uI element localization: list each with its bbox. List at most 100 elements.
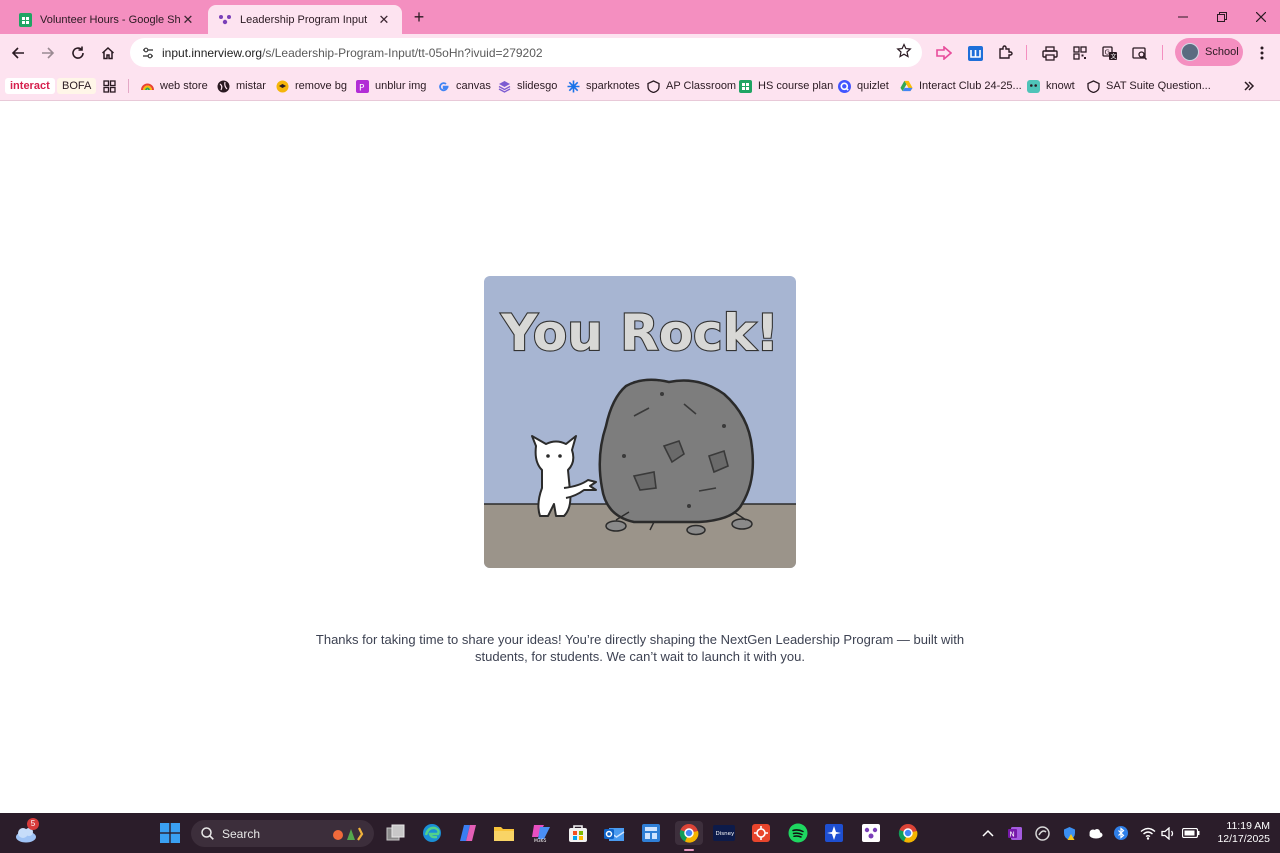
tab-leadership-program-input[interactable]: Leadership Program Input ✕ xyxy=(208,5,402,34)
taskbar-chrome-profile[interactable] xyxy=(896,821,920,845)
svg-text:文: 文 xyxy=(1111,52,1117,60)
taskbar-spotify[interactable] xyxy=(786,821,810,845)
address-bar[interactable]: input.innerview.org/s/Leadership-Program… xyxy=(130,38,922,67)
taskbar-calculator-app[interactable] xyxy=(639,821,663,845)
bookmark-knowt[interactable]: knowt xyxy=(1027,76,1075,96)
copilot-icon xyxy=(460,825,476,841)
tab-volunteer-hours[interactable]: Volunteer Hours - Google Sheets ✕ xyxy=(8,5,206,34)
bookmark-canvas[interactable]: canvas xyxy=(437,76,491,96)
browser-menu-button[interactable] xyxy=(1248,39,1276,67)
tab-title: Leadership Program Input xyxy=(240,13,368,26)
taskbar-search-box[interactable]: Search xyxy=(191,820,374,847)
bookmark-sat-suite[interactable]: SAT Suite Question... xyxy=(1087,76,1211,96)
bookmark-label: quizlet xyxy=(857,80,889,92)
task-view-button[interactable] xyxy=(384,821,408,845)
qr-code-button[interactable] xyxy=(1066,39,1094,67)
bookmark-star-icon[interactable] xyxy=(896,43,914,61)
bookmark-label: mistar xyxy=(236,80,266,92)
you-rock-illustration: You Rock! xyxy=(484,276,796,568)
tray-bluetooth[interactable] xyxy=(1113,825,1129,841)
bookmark-ap-classroom[interactable]: AP Classroom xyxy=(647,76,736,96)
taskbar-red-app[interactable] xyxy=(749,821,773,845)
bookmark-sparknotes[interactable]: sparknotes xyxy=(567,76,640,96)
bookmark-mistar[interactable]: mistar xyxy=(217,76,266,96)
innerview-icon xyxy=(218,13,232,27)
show-hidden-icons-button[interactable] xyxy=(980,825,996,841)
tab-title: Volunteer Hours - Google Sheets xyxy=(40,13,180,26)
extension-arrow-button[interactable] xyxy=(930,39,958,67)
close-window-button[interactable] xyxy=(1242,4,1280,30)
url-path: /s/Leadership-Program-Input/tt-05oHn?ivu… xyxy=(262,45,543,60)
extensions-button[interactable] xyxy=(991,39,1019,67)
star-app-icon xyxy=(825,824,843,842)
chevron-up-icon xyxy=(982,829,994,837)
taskbar-innerview[interactable] xyxy=(859,821,883,845)
avatar xyxy=(1181,43,1199,61)
bookmark-label: slidesgo xyxy=(517,80,558,92)
taskbar-edge[interactable] xyxy=(420,821,444,845)
search-page-button[interactable] xyxy=(1126,39,1154,67)
tray-volume[interactable] xyxy=(1160,825,1176,841)
tray-app[interactable] xyxy=(1034,825,1050,841)
bookmark-unblur-img[interactable]: P unblur img xyxy=(356,76,426,96)
speaker-icon xyxy=(1160,826,1173,840)
weather-widget[interactable]: 5 xyxy=(14,818,39,845)
apps-grid-icon xyxy=(103,79,116,93)
svg-text:P: P xyxy=(359,83,365,93)
home-icon xyxy=(101,46,115,60)
translate-button[interactable]: G文 xyxy=(1096,39,1124,67)
print-button[interactable] xyxy=(1036,39,1064,67)
bookmark-hs-course-plan[interactable]: HS course plan xyxy=(739,76,833,96)
extension-word-button[interactable] xyxy=(961,39,989,67)
bookmark-label: knowt xyxy=(1046,80,1075,92)
minimize-button[interactable] xyxy=(1164,4,1202,30)
back-button[interactable] xyxy=(4,39,32,67)
taskbar-m365[interactable]: M365 xyxy=(529,821,553,845)
browser-toolbar: input.innerview.org/s/Leadership-Program… xyxy=(0,34,1280,71)
close-tab-icon[interactable]: ✕ xyxy=(376,12,392,28)
bookmark-remove-bg[interactable]: remove bg xyxy=(276,76,347,96)
bookmark-quizlet[interactable]: quizlet xyxy=(838,76,889,96)
taskbar-outlook[interactable] xyxy=(602,821,626,845)
printer-icon xyxy=(1042,45,1058,61)
bookmark-label: AP Classroom xyxy=(666,80,737,92)
tray-wifi[interactable] xyxy=(1140,825,1156,841)
taskbar-star-app[interactable] xyxy=(822,821,846,845)
start-button[interactable] xyxy=(158,821,182,845)
bookmark-interact-club[interactable]: Interact Club 24-25... xyxy=(900,76,1022,96)
tray-battery[interactable] xyxy=(1181,825,1201,841)
taskbar-disney-plus[interactable]: Disney xyxy=(712,821,736,845)
windows-logo-icon xyxy=(160,823,180,843)
bookmark-interact[interactable]: interact xyxy=(5,76,55,96)
close-tab-icon[interactable]: ✕ xyxy=(180,12,196,28)
tray-onenote[interactable]: N xyxy=(1007,825,1023,841)
chrome-icon xyxy=(898,824,918,843)
reload-button[interactable] xyxy=(64,39,92,67)
restore-button[interactable] xyxy=(1203,4,1241,30)
bookmarks-overflow-button[interactable] xyxy=(1243,76,1255,96)
site-info-icon[interactable] xyxy=(138,43,158,63)
profile-button[interactable]: School xyxy=(1175,38,1243,66)
home-button[interactable] xyxy=(94,39,122,67)
apps-grid-button[interactable] xyxy=(103,76,116,96)
bookmark-bofa[interactable]: BOFA xyxy=(57,76,97,96)
new-tab-button[interactable]: + xyxy=(408,6,430,28)
extension-arrow-icon xyxy=(936,46,952,60)
taskbar-file-explorer[interactable] xyxy=(492,821,516,845)
forward-button[interactable] xyxy=(34,39,62,67)
toolbar-separator xyxy=(1162,45,1163,60)
svg-text:M365: M365 xyxy=(534,838,547,843)
tray-swirl-icon xyxy=(1034,825,1050,841)
bookmark-label: remove bg xyxy=(295,80,347,92)
bookmark-label: Interact Club 24-25... xyxy=(919,80,1022,92)
tray-security[interactable] xyxy=(1061,825,1077,841)
taskbar-copilot[interactable] xyxy=(456,821,480,845)
edge-icon xyxy=(423,824,441,842)
bookmark-slidesgo[interactable]: slidesgo xyxy=(498,76,557,96)
tray-onedrive[interactable] xyxy=(1087,825,1103,841)
taskbar-clock[interactable]: 11:19 AM 12/17/2025 xyxy=(1206,820,1270,846)
taskbar-store[interactable] xyxy=(566,821,590,845)
taskbar-chrome-active[interactable] xyxy=(675,821,703,851)
clock-date: 12/17/2025 xyxy=(1217,833,1270,845)
bookmark-web-store[interactable]: web store xyxy=(141,76,208,96)
